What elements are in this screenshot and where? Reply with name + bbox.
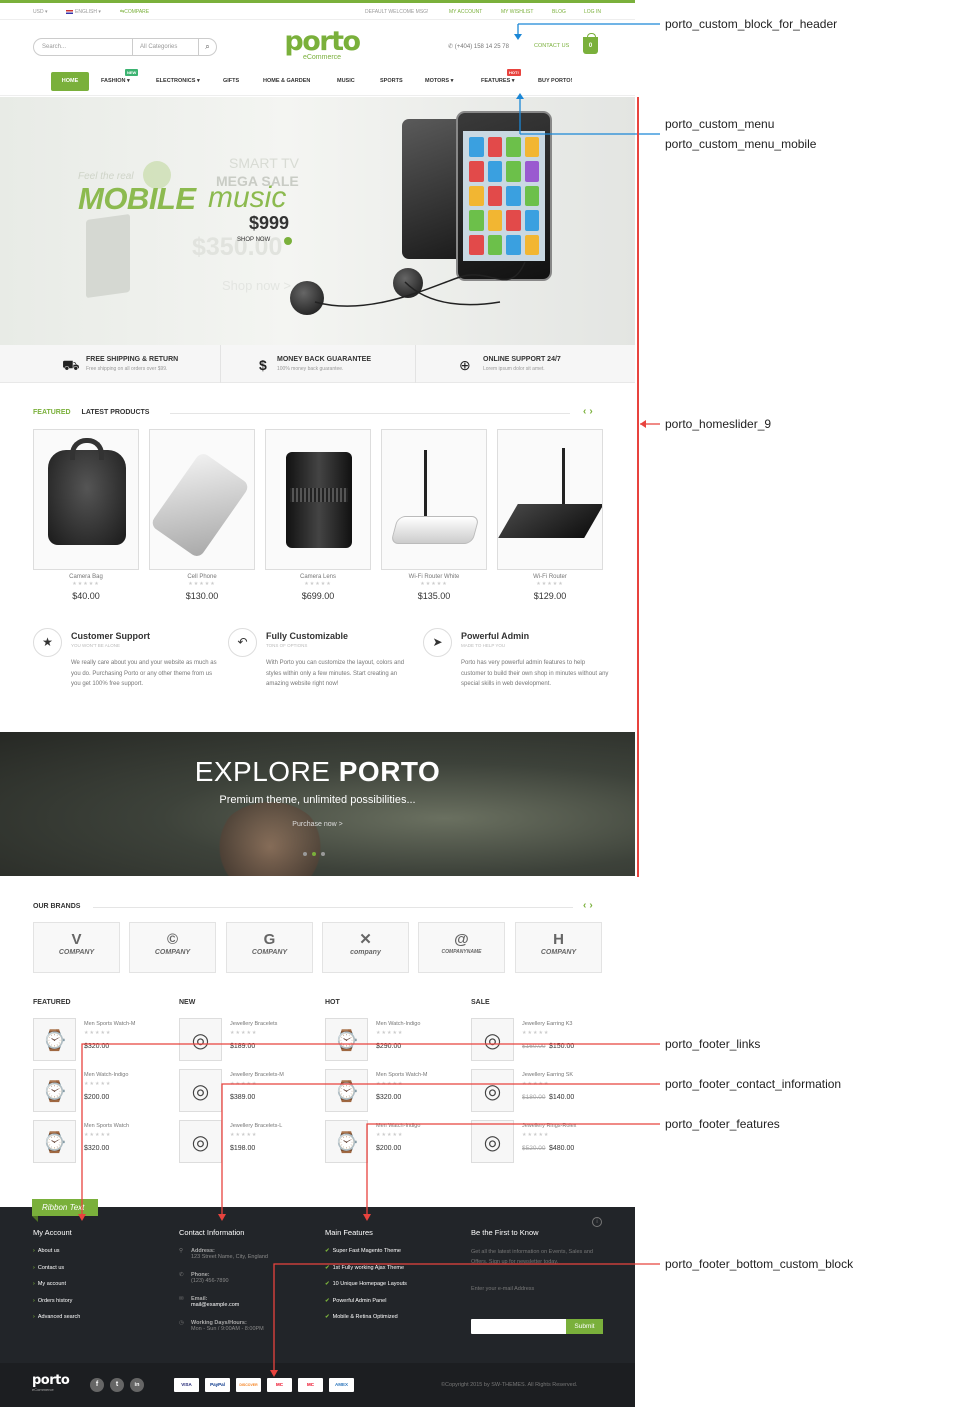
annotation-label: porto_footer_links [665, 1037, 761, 1051]
annotation-line [273, 1263, 660, 1370]
arrow-down-icon [218, 1214, 226, 1221]
annotation-label: porto_footer_bottom_custom_block [665, 1257, 854, 1271]
arrow-up-icon [516, 93, 524, 99]
annotation-label: porto_footer_contact_information [665, 1077, 842, 1091]
arrow-left-icon [640, 420, 646, 428]
annotation-lines [78, 23, 660, 1377]
arrow-down-icon [78, 1214, 86, 1221]
annotation-label: porto_custom_block_for_header [665, 17, 838, 31]
annotation-label: porto_homeslider_9 [665, 417, 772, 431]
annotation-label: porto_custom_menu [665, 117, 775, 131]
annotation-line [81, 1043, 660, 1214]
annotation-label: porto_footer_features [665, 1117, 780, 1131]
annotation-label: porto_custom_menu_mobile [665, 137, 817, 151]
annotation-line [366, 1123, 660, 1214]
annotation-line [221, 1083, 660, 1214]
arrow-down-icon [363, 1214, 371, 1221]
arrow-down-icon [270, 1370, 278, 1377]
arrow-down-icon [514, 34, 522, 40]
annotation-bracket [637, 97, 639, 877]
